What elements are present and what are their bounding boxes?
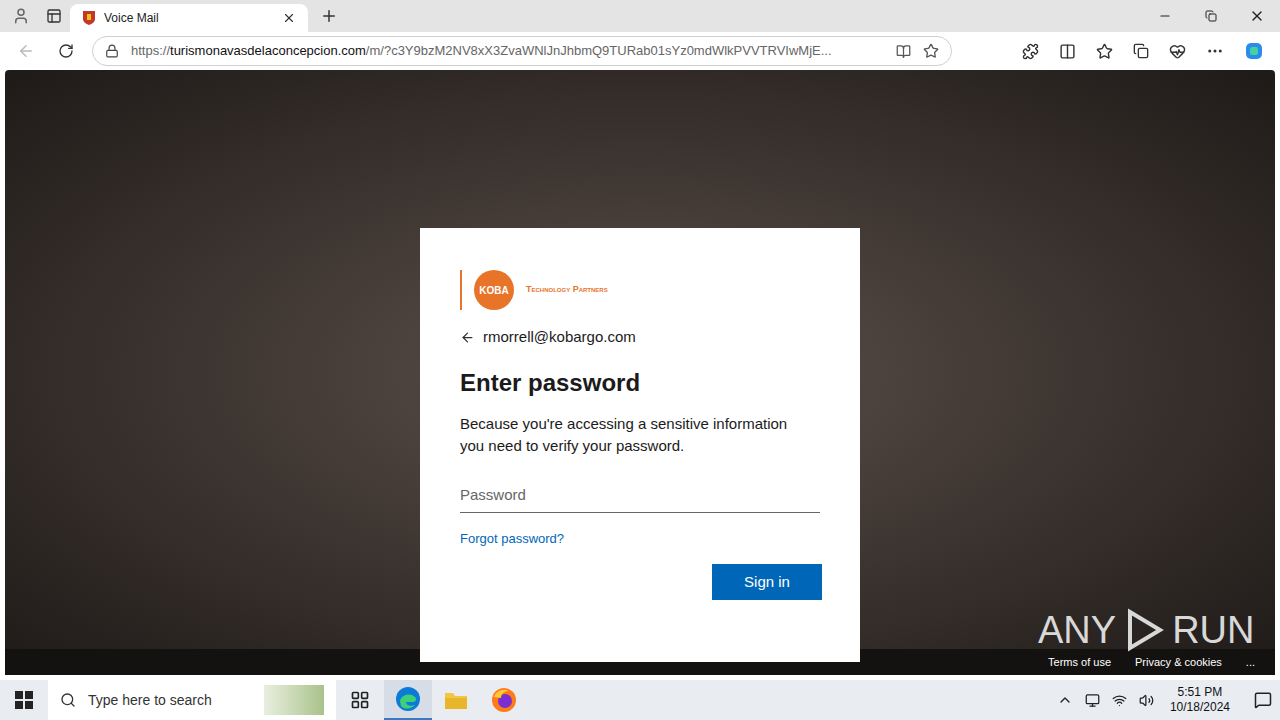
volume-icon[interactable] bbox=[1139, 693, 1154, 708]
password-input[interactable] bbox=[460, 477, 820, 513]
clock[interactable]: 5:51 PM10/18/2024 bbox=[1166, 685, 1234, 715]
lock-icon bbox=[105, 44, 119, 58]
watermark: ANYRUN bbox=[1038, 608, 1254, 652]
footer-link[interactable]: Terms of use bbox=[1048, 654, 1111, 671]
extensions-icon[interactable] bbox=[1022, 43, 1039, 60]
edge-icon bbox=[395, 686, 421, 712]
taskbar: Type here to search 5:51 PM10/18/2024 bbox=[0, 680, 1280, 720]
footer-link[interactable]: Privacy & cookies bbox=[1135, 654, 1222, 671]
firefox-icon bbox=[491, 687, 517, 713]
menu-icon[interactable] bbox=[1206, 42, 1224, 60]
back-arrow-icon[interactable] bbox=[460, 330, 475, 345]
close-window-icon[interactable] bbox=[1249, 8, 1265, 24]
task-view-icon bbox=[350, 690, 370, 710]
tab-strip: Voice Mail bbox=[0, 0, 1280, 32]
page-background: Terms of use Privacy & cookies... ANYRUN KO… bbox=[5, 70, 1275, 675]
favorite-icon[interactable] bbox=[923, 43, 939, 59]
company-logo: KOBATechnology Partners bbox=[460, 270, 822, 310]
collections-icon[interactable] bbox=[1133, 43, 1149, 59]
performance-icon[interactable] bbox=[1169, 43, 1186, 60]
sign-in-dialog: KOBATechnology Partners rmorrell@kobargo.… bbox=[420, 228, 860, 662]
taskbar-app[interactable] bbox=[432, 680, 480, 720]
address-field[interactable]: https://turismonavasdelaconcepcion.com/m… bbox=[92, 36, 952, 66]
favorites-icon[interactable] bbox=[1096, 43, 1113, 60]
toolbar: https://turismonavasdelaconcepcion.com/m… bbox=[0, 32, 1280, 70]
forgot-password-link[interactable]: Forgot password? bbox=[460, 529, 822, 549]
tray-overflow-icon[interactable] bbox=[1057, 692, 1073, 708]
site-favicon-icon bbox=[82, 10, 96, 26]
taskbar-app[interactable] bbox=[384, 680, 432, 720]
taskbar-app[interactable] bbox=[480, 680, 528, 720]
dialog-title: Enter password bbox=[460, 365, 822, 401]
footer-link[interactable]: ... bbox=[1246, 654, 1255, 671]
screen: Voice Mail https://turismonavasdelaconcep… bbox=[0, 0, 1280, 720]
sign-in-button[interactable]: Sign in bbox=[712, 564, 822, 600]
taskbar-search[interactable]: Type here to search bbox=[48, 680, 336, 720]
new-tab-icon[interactable] bbox=[320, 7, 338, 25]
search-icon bbox=[60, 692, 76, 708]
tab-actions-icon[interactable] bbox=[46, 8, 62, 24]
tray-device-icon[interactable] bbox=[1085, 693, 1100, 708]
tab-title: Voice Mail bbox=[104, 9, 274, 27]
refresh-icon[interactable] bbox=[58, 43, 74, 59]
folder-icon bbox=[444, 689, 468, 711]
windows-start-icon[interactable] bbox=[15, 691, 33, 709]
notifications-icon[interactable] bbox=[1254, 691, 1272, 709]
browser-tab[interactable]: Voice Mail bbox=[70, 4, 308, 32]
play-icon bbox=[1124, 608, 1164, 652]
read-aloud-icon[interactable] bbox=[896, 44, 911, 59]
search-highlight-picture bbox=[264, 685, 324, 715]
restore-icon[interactable] bbox=[1205, 10, 1217, 22]
back-icon[interactable] bbox=[17, 42, 35, 60]
split-screen-icon[interactable] bbox=[1059, 43, 1076, 60]
profile-icon[interactable] bbox=[12, 7, 30, 25]
identity-row[interactable]: rmorrell@kobargo.com bbox=[460, 326, 822, 349]
page-viewport: Terms of use Privacy & cookies... ANYRUN KO… bbox=[0, 70, 1280, 680]
copilot-icon[interactable] bbox=[1244, 41, 1264, 61]
minimize-icon[interactable] bbox=[1158, 9, 1172, 23]
network-icon[interactable] bbox=[1112, 693, 1127, 708]
taskbar-app[interactable] bbox=[336, 680, 384, 720]
logo-tagline: Technology Partners bbox=[526, 283, 608, 297]
close-tab-icon[interactable] bbox=[282, 11, 296, 25]
dialog-message: Because you're accessing a sensitive inf… bbox=[460, 413, 822, 457]
url: https://turismonavasdelaconcepcion.com/m… bbox=[131, 41, 884, 61]
